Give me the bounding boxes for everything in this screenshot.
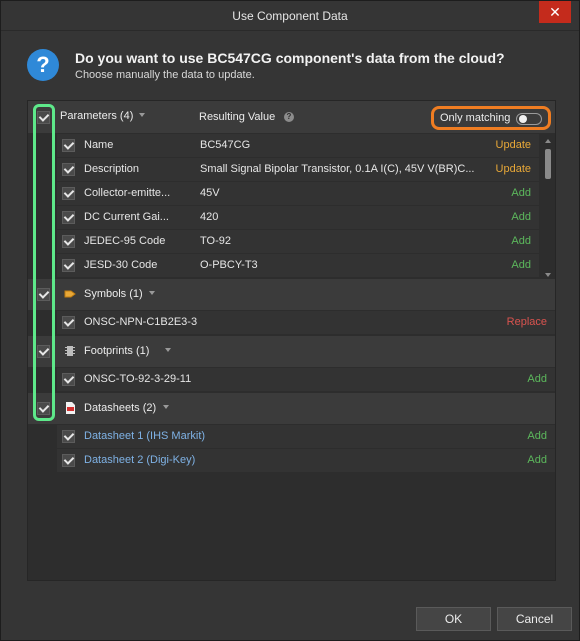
datasheet-row: Datasheet 1 (IHS Markit) Add bbox=[57, 425, 555, 448]
row-checkbox[interactable] bbox=[62, 235, 75, 248]
component-data-panel: Parameters (4) Resulting Value ? Only ma… bbox=[27, 100, 556, 581]
datasheets-label: Datasheets (2) bbox=[84, 402, 157, 414]
datasheet-link[interactable]: Datasheet 2 (Digi-Key) bbox=[84, 454, 284, 466]
resulting-value-label: Resulting Value bbox=[199, 111, 276, 123]
question-icon: ? bbox=[27, 49, 59, 81]
dialog-window: Use Component Data ✕ ? Do you want to us… bbox=[0, 0, 580, 641]
row-checkbox[interactable] bbox=[62, 139, 75, 152]
update-action[interactable]: Update bbox=[496, 139, 531, 151]
footprints-header: Footprints (1) bbox=[28, 336, 555, 367]
parameter-name: JESD-30 Code bbox=[84, 259, 158, 271]
parameter-name: Description bbox=[84, 163, 140, 175]
help-icon[interactable]: ? bbox=[284, 112, 294, 122]
datasheets-checkbox[interactable] bbox=[37, 402, 50, 415]
row-checkbox[interactable] bbox=[62, 259, 75, 272]
symbols-label: Symbols (1) bbox=[84, 288, 143, 300]
datasheet-link[interactable]: Datasheet 1 (IHS Markit) bbox=[84, 430, 284, 442]
add-action[interactable]: Add bbox=[527, 430, 547, 442]
only-matching-label: Only matching bbox=[440, 112, 511, 124]
datasheets-dropdown-icon[interactable] bbox=[163, 405, 169, 409]
datasheet-row: Datasheet 2 (Digi-Key) Add bbox=[57, 449, 555, 472]
ok-button[interactable]: OK bbox=[416, 607, 491, 631]
parameter-value: TO-92 bbox=[200, 235, 231, 247]
only-matching-toggle[interactable] bbox=[516, 113, 542, 125]
symbols-dropdown-icon[interactable] bbox=[149, 291, 155, 295]
parameter-row: Name BC547CG Update bbox=[57, 134, 539, 157]
parameter-value: Small Signal Bipolar Transistor, 0.1A I(… bbox=[200, 163, 475, 175]
window-title: Use Component Data bbox=[232, 9, 348, 23]
symbol-name: ONSC-NPN-C1B2E3-3 bbox=[84, 316, 198, 328]
scroll-thumb[interactable] bbox=[545, 149, 551, 179]
add-action[interactable]: Add bbox=[511, 235, 531, 247]
close-button[interactable]: ✕ bbox=[539, 1, 571, 23]
parameters-label: Parameters (4) bbox=[60, 110, 134, 122]
title-bar: Use Component Data ✕ bbox=[1, 1, 579, 31]
cancel-button[interactable]: Cancel bbox=[497, 607, 572, 631]
footprint-name: ONSC-TO-92-3-29-11 bbox=[84, 373, 192, 385]
parameter-value: O-PBCY-T3 bbox=[200, 259, 258, 271]
add-action[interactable]: Add bbox=[527, 373, 547, 385]
parameters-checkbox[interactable] bbox=[37, 111, 50, 124]
parameter-name: Collector-emitte... bbox=[84, 187, 171, 199]
dialog-question: Do you want to use BC547CG component's d… bbox=[75, 50, 505, 66]
row-checkbox[interactable] bbox=[62, 430, 75, 443]
parameter-value: BC547CG bbox=[200, 139, 251, 151]
parameter-row: Collector-emitte... 45V Add bbox=[57, 182, 539, 205]
add-action[interactable]: Add bbox=[511, 259, 531, 271]
parameter-row: JESD-30 Code O-PBCY-T3 Add bbox=[57, 254, 539, 277]
parameter-name: JEDEC-95 Code bbox=[84, 235, 166, 247]
toggle-knob bbox=[519, 115, 527, 123]
row-checkbox[interactable] bbox=[62, 211, 75, 224]
parameter-name: Name bbox=[84, 139, 114, 151]
footprints-label: Footprints (1) bbox=[84, 345, 150, 357]
replace-action[interactable]: Replace bbox=[507, 316, 547, 328]
parameter-name: DC Current Gai... bbox=[84, 211, 169, 223]
row-checkbox[interactable] bbox=[62, 454, 75, 467]
parameters-dropdown-icon[interactable] bbox=[139, 113, 145, 117]
parameters-scrollbar[interactable] bbox=[541, 137, 555, 279]
row-checkbox[interactable] bbox=[62, 187, 75, 200]
row-checkbox[interactable] bbox=[62, 316, 75, 329]
footprint-row: ONSC-TO-92-3-29-11 Add bbox=[57, 368, 555, 391]
pdf-icon bbox=[66, 402, 75, 414]
add-action[interactable]: Add bbox=[511, 211, 531, 223]
parameter-row: JEDEC-95 Code TO-92 Add bbox=[57, 230, 539, 253]
symbol-row: ONSC-NPN-C1B2E3-3 Replace bbox=[57, 311, 555, 334]
row-checkbox[interactable] bbox=[62, 163, 75, 176]
parameter-row: DC Current Gai... 420 Add bbox=[57, 206, 539, 229]
parameters-header: Parameters (4) Resulting Value ? Only ma… bbox=[28, 101, 555, 133]
footprints-checkbox[interactable] bbox=[37, 345, 50, 358]
parameter-row: Description Small Signal Bipolar Transis… bbox=[57, 158, 539, 181]
add-action[interactable]: Add bbox=[511, 187, 531, 199]
dialog-footer: OK Cancel bbox=[1, 598, 579, 640]
update-action[interactable]: Update bbox=[496, 163, 531, 175]
add-action[interactable]: Add bbox=[527, 454, 547, 466]
parameter-value: 45V bbox=[200, 187, 220, 199]
footprints-dropdown-icon[interactable] bbox=[165, 348, 171, 352]
datasheets-header: Datasheets (2) bbox=[28, 393, 555, 424]
scroll-up-arrow-icon[interactable] bbox=[545, 139, 551, 143]
symbols-header: Symbols (1) bbox=[28, 279, 555, 310]
scroll-down-arrow-icon[interactable] bbox=[545, 273, 551, 277]
symbols-checkbox[interactable] bbox=[37, 288, 50, 301]
parameter-value: 420 bbox=[200, 211, 219, 223]
footprint-icon bbox=[65, 346, 75, 356]
row-checkbox[interactable] bbox=[62, 373, 75, 386]
only-matching-toggle-group[interactable]: Only matching bbox=[431, 106, 551, 130]
dialog-subtitle: Choose manually the data to update. bbox=[75, 69, 255, 81]
symbol-icon bbox=[64, 290, 76, 298]
